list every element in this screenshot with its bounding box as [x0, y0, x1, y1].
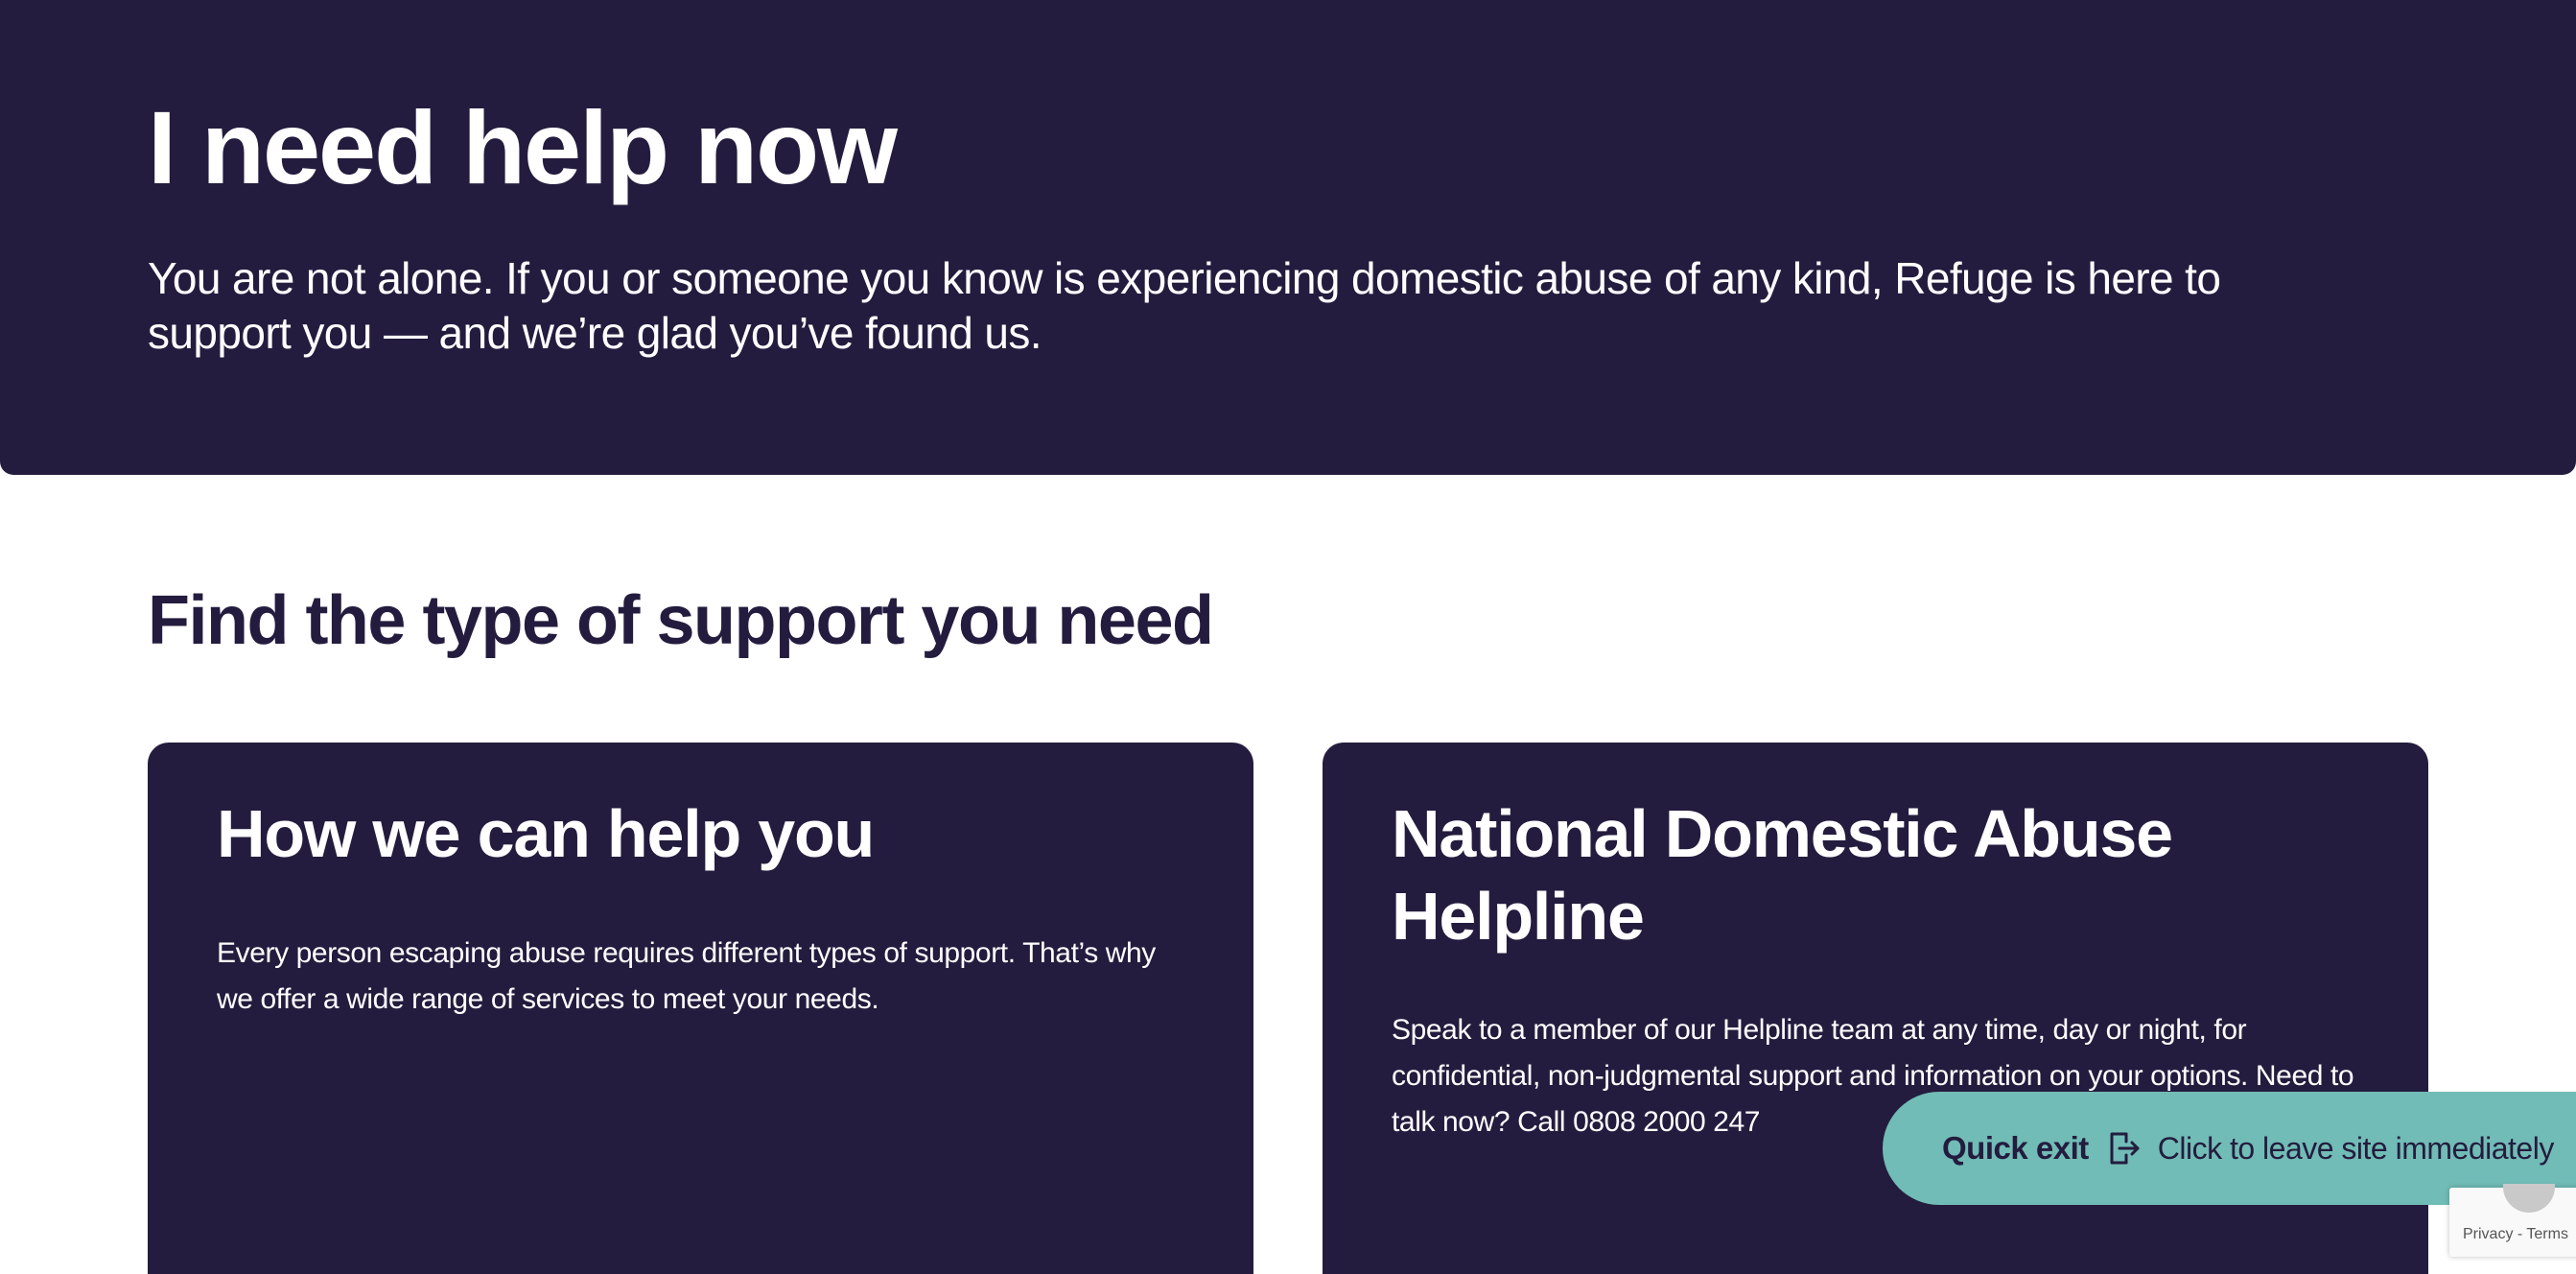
quick-exit-label: Quick exit [1942, 1130, 2089, 1166]
recaptcha-separator: - [2513, 1226, 2527, 1242]
hero-intro-text: You are not alone. If you or someone you… [148, 253, 2221, 358]
card-title: National Domestic Abuse Helpline [1392, 796, 2173, 954]
recaptcha-icon [2503, 1184, 2555, 1213]
recaptcha-terms-link[interactable]: Terms [2526, 1226, 2568, 1242]
quick-exit-description: Click to leave site immediately [2157, 1130, 2555, 1166]
hero-banner: I need help now You are not alone. If yo… [0, 0, 2576, 475]
recaptcha-privacy-link[interactable]: Privacy [2463, 1226, 2513, 1242]
exit-icon [2108, 1131, 2141, 1166]
support-section-title: Find the type of support you need [148, 582, 1214, 659]
card-title: How we can help you [217, 796, 875, 871]
card-text: Every person escaping abuse requires dif… [217, 937, 1156, 1015]
card-how-we-can-help[interactable]: How we can help you Every person escapin… [148, 743, 1253, 1274]
recaptcha-badge[interactable]: Privacy - Terms [2449, 1184, 2576, 1257]
recaptcha-links: Privacy - Terms [2463, 1226, 2568, 1243]
page: I need help now You are not alone. If yo… [0, 0, 2576, 1274]
page-title: I need help now [148, 89, 898, 205]
